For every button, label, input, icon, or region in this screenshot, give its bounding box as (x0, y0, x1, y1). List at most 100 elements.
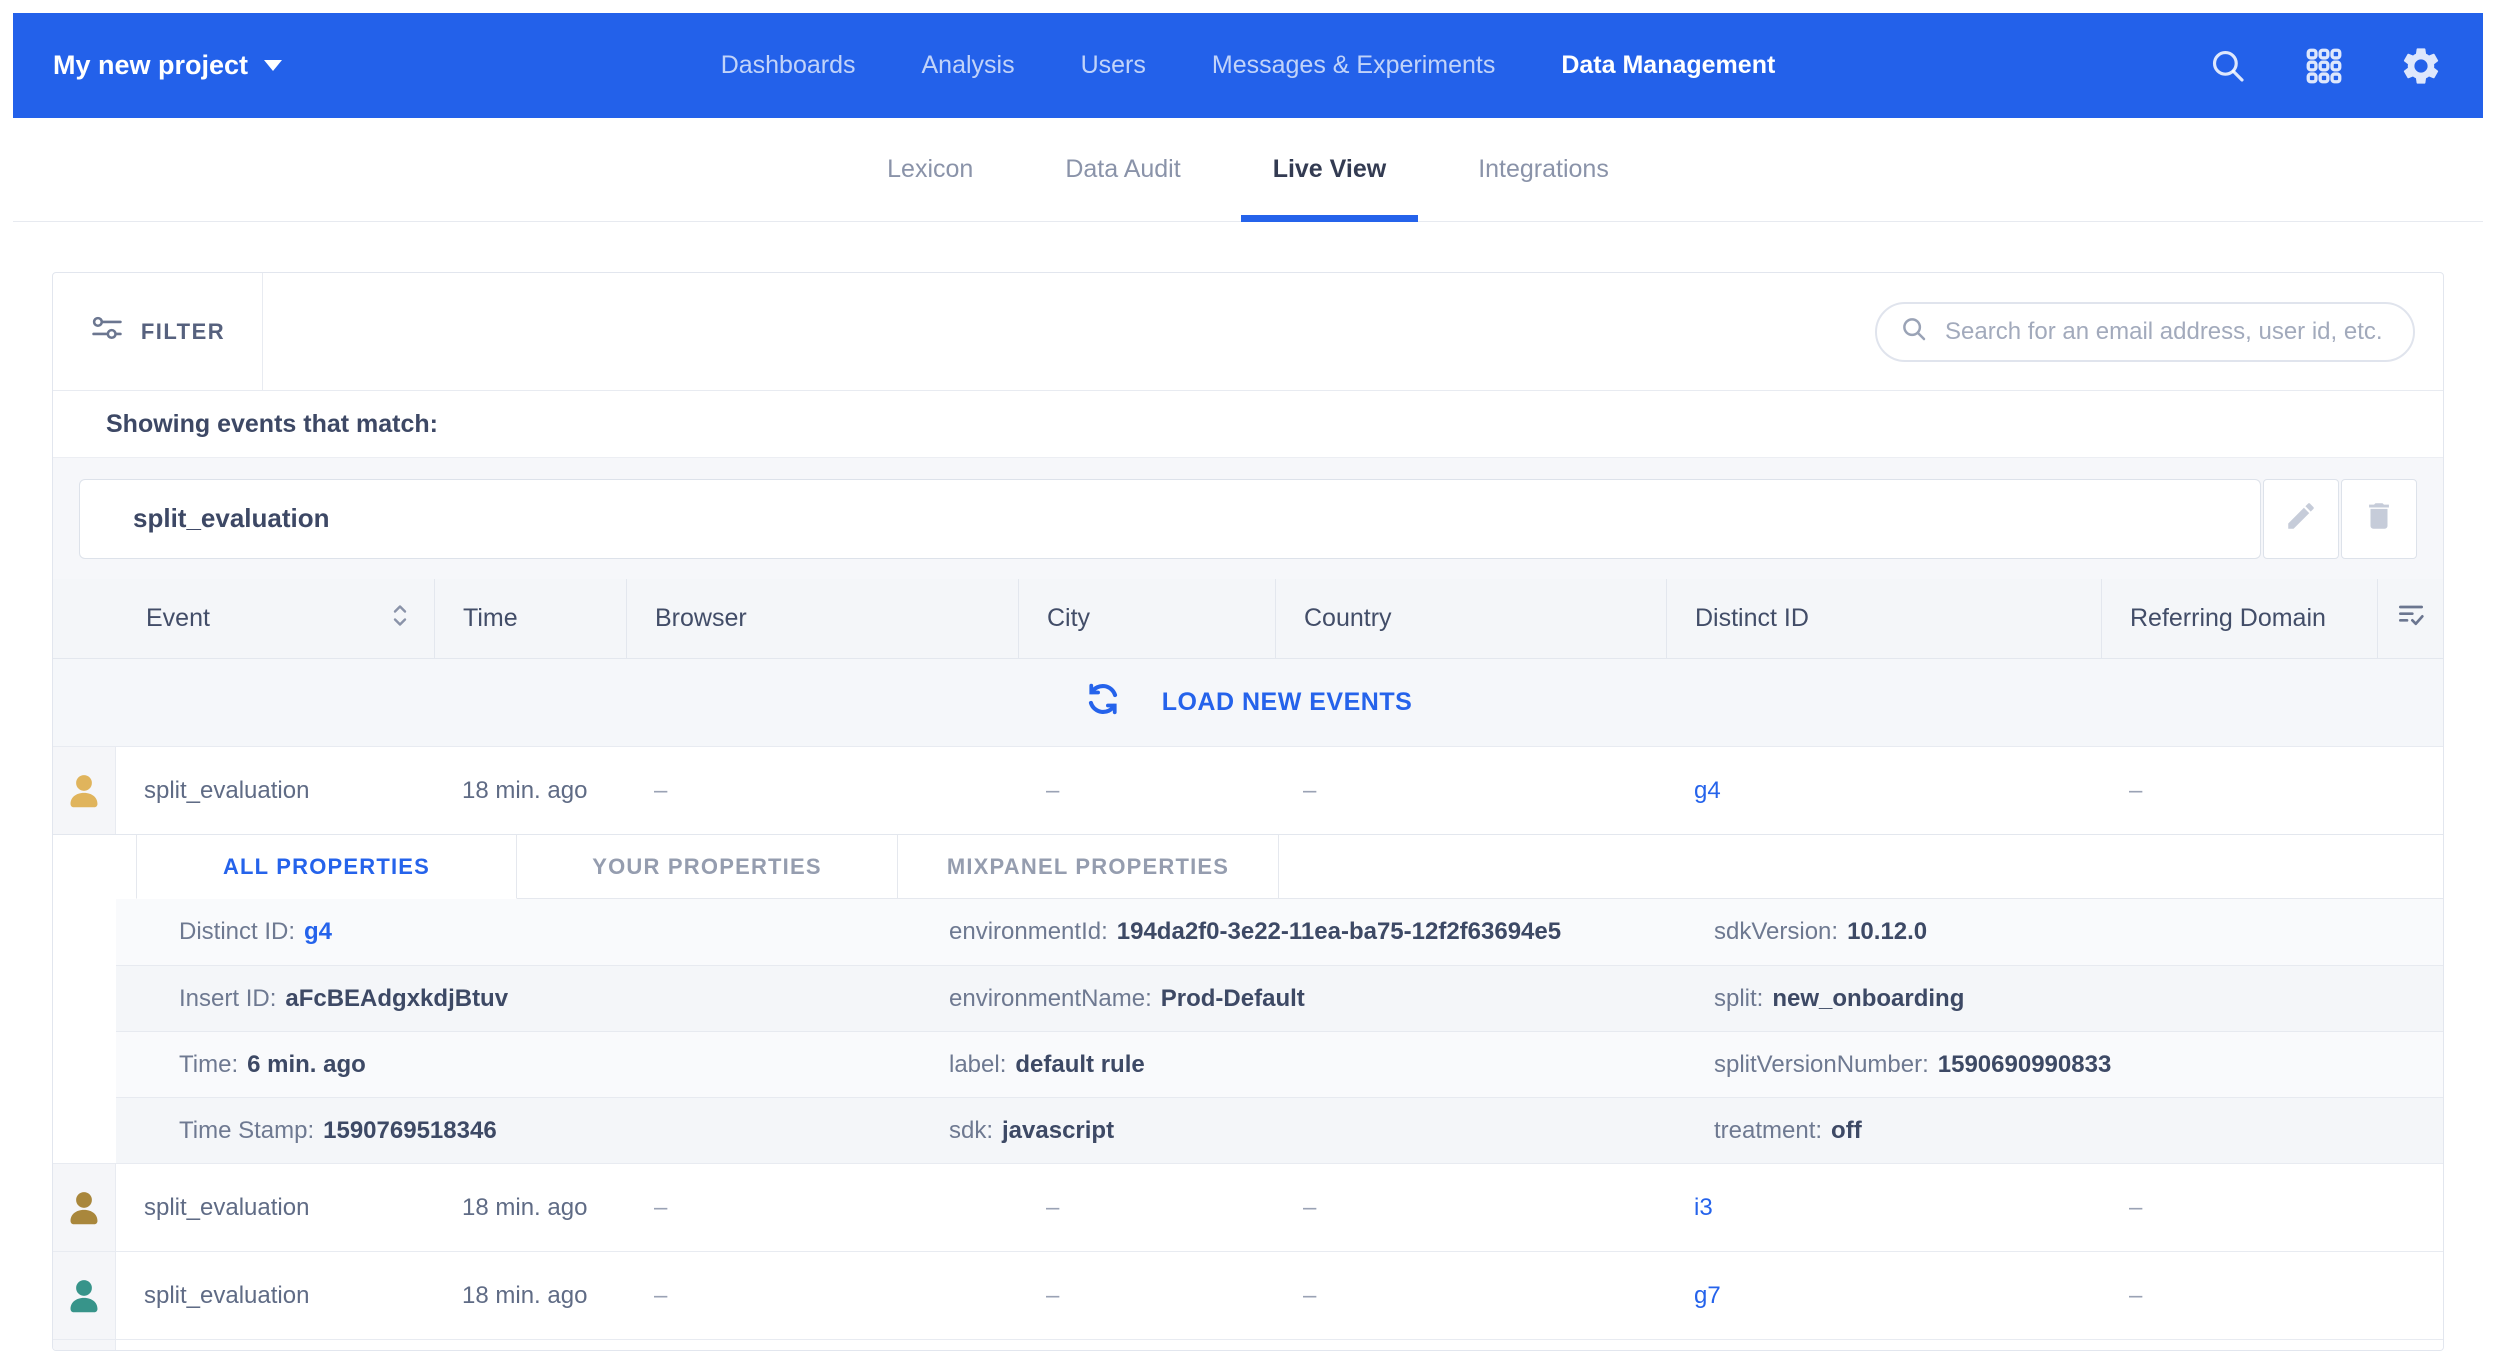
property-value: 6 min. ago (247, 1051, 366, 1078)
top-nav-icons (2207, 44, 2443, 88)
sort-icon[interactable] (388, 601, 412, 636)
tab-mixpanel-properties[interactable]: MIXPANEL PROPERTIES (898, 835, 1279, 899)
event-browser: – (626, 1282, 1018, 1310)
pencil-icon (2284, 499, 2318, 538)
filter-sliders-icon (90, 312, 124, 352)
user-avatar-icon (63, 770, 105, 812)
property-value: new_onboarding (1772, 985, 1964, 1012)
property-row: Distinct ID:g4 environmentId:194da2f0-3e… (116, 899, 2443, 965)
property-key: Time: (179, 1051, 238, 1078)
event-row-g4[interactable]: split_evaluation 18 min. ago – – – g4 – (53, 747, 2443, 835)
event-filter-section: split_evaluation (53, 457, 2443, 579)
event-city: – (1018, 1194, 1275, 1222)
delete-filter-button[interactable] (2341, 479, 2417, 559)
property-key: sdk: (949, 1117, 993, 1144)
property-value: off (1831, 1117, 1862, 1144)
property-key: splitVersionNumber: (1714, 1051, 1929, 1078)
event-country: – (1275, 1194, 1666, 1222)
nav-item-data-management[interactable]: Data Management (1561, 51, 1775, 80)
property-value: default rule (1015, 1051, 1144, 1078)
trash-icon (2362, 499, 2396, 538)
nav-item-dashboards[interactable]: Dashboards (721, 51, 856, 80)
project-name: My new project (53, 50, 248, 81)
event-referring-domain: – (2101, 777, 2377, 805)
search-input[interactable] (1945, 318, 2391, 346)
event-city: – (1018, 1282, 1275, 1310)
event-time: 18 min. ago (434, 1282, 626, 1310)
tab-your-properties[interactable]: YOUR PROPERTIES (517, 835, 898, 899)
column-header-event[interactable]: Event (53, 579, 434, 658)
event-name: split_evaluation (116, 1282, 434, 1310)
match-title: Showing events that match: (106, 410, 438, 439)
property-value: javascript (1002, 1117, 1114, 1144)
event-detail-panel: ALL PROPERTIES YOUR PROPERTIES MIXPANEL … (53, 835, 2443, 1164)
tab-live-view[interactable]: Live View (1241, 118, 1419, 221)
tab-all-properties[interactable]: ALL PROPERTIES (136, 835, 517, 899)
property-key: Insert ID: (179, 985, 276, 1012)
property-value: aFcBEAdgxkdjBtuv (285, 985, 508, 1012)
column-header-country[interactable]: Country (1275, 579, 1666, 658)
app-frame: My new project Dashboards Analysis Users… (13, 13, 2483, 1351)
property-key: treatment: (1714, 1117, 1822, 1144)
event-time: 18 min. ago (434, 1194, 626, 1222)
event-filter-chip[interactable]: split_evaluation (79, 479, 2261, 559)
property-row: Insert ID: aFcBEAdgxkdjBtuv environmentNa… (116, 965, 2443, 1031)
property-value: 194da2f0-3e22-11ea-ba75-12f2f63694e5 (1117, 918, 1561, 945)
column-header-browser[interactable]: Browser (626, 579, 1018, 658)
top-nav-bar: My new project Dashboards Analysis Users… (13, 13, 2483, 118)
event-name: split_evaluation (116, 777, 434, 805)
event-row-partial (53, 1340, 2443, 1351)
property-value: Prod-Default (1161, 985, 1305, 1012)
user-avatar-icon (63, 1275, 105, 1317)
property-key: sdkVersion: (1714, 918, 1838, 945)
events-card: FILTER Showing events that match: (52, 272, 2444, 1351)
live-view-page: FILTER Showing events that match: (13, 222, 2483, 1351)
edit-filter-button[interactable] (2263, 479, 2339, 559)
filter-button[interactable]: FILTER (53, 273, 263, 390)
column-settings-button[interactable] (2377, 579, 2443, 658)
column-header-distinct-id[interactable]: Distinct ID (1666, 579, 2101, 658)
property-list: Distinct ID:g4 environmentId:194da2f0-3e… (116, 899, 2443, 1163)
property-value: 1590769518346 (323, 1117, 497, 1144)
property-value-distinct-id[interactable]: g4 (304, 918, 332, 945)
tab-data-audit[interactable]: Data Audit (1033, 118, 1212, 221)
filter-bar: FILTER (53, 273, 2443, 391)
data-management-subnav: Lexicon Data Audit Live View Integration… (13, 118, 2483, 222)
column-header-referring-domain[interactable]: Referring Domain (2101, 579, 2377, 658)
load-new-events-button[interactable]: LOAD NEW EVENTS (53, 659, 2443, 747)
project-switcher[interactable]: My new project (53, 50, 282, 81)
apps-grid-icon[interactable] (2303, 45, 2345, 87)
event-distinct-id[interactable]: g4 (1666, 777, 2101, 805)
property-row: Time Stamp:1590769518346 sdk:javascript … (116, 1097, 2443, 1163)
settings-gear-icon[interactable] (2399, 44, 2443, 88)
property-tabs: ALL PROPERTIES YOUR PROPERTIES MIXPANEL … (116, 835, 2443, 899)
event-distinct-id[interactable]: g7 (1666, 1282, 2101, 1310)
column-header-time[interactable]: Time (434, 579, 626, 658)
tab-integrations[interactable]: Integrations (1446, 118, 1641, 221)
event-filter-value: split_evaluation (133, 503, 330, 534)
nav-item-messages-experiments[interactable]: Messages & Experiments (1212, 51, 1495, 80)
property-key: split: (1714, 985, 1763, 1012)
property-key: Distinct ID: (179, 918, 295, 945)
load-new-events-label: LOAD NEW EVENTS (1162, 688, 1413, 717)
event-time: 18 min. ago (434, 777, 626, 805)
event-browser: – (626, 777, 1018, 805)
event-referring-domain: – (2101, 1282, 2377, 1310)
event-city: – (1018, 777, 1275, 805)
event-referring-domain: – (2101, 1194, 2377, 1222)
search-icon[interactable] (2207, 45, 2249, 87)
nav-item-analysis[interactable]: Analysis (922, 51, 1015, 80)
event-distinct-id[interactable]: i3 (1666, 1194, 2101, 1222)
property-key: Time Stamp: (179, 1117, 314, 1144)
search-icon (1899, 314, 1929, 349)
event-row-i3[interactable]: split_evaluation 18 min. ago – – – i3 – (53, 1164, 2443, 1252)
top-nav-links: Dashboards Analysis Users Messages & Exp… (13, 51, 2483, 80)
nav-item-users[interactable]: Users (1081, 51, 1146, 80)
event-name: split_evaluation (116, 1194, 434, 1222)
search-field (1875, 302, 2415, 362)
property-key: environmentName: (949, 985, 1152, 1012)
filter-button-label: FILTER (141, 319, 225, 345)
event-row-g7[interactable]: split_evaluation 18 min. ago – – – g7 – (53, 1252, 2443, 1340)
tab-lexicon[interactable]: Lexicon (855, 118, 1005, 221)
column-header-city[interactable]: City (1018, 579, 1275, 658)
